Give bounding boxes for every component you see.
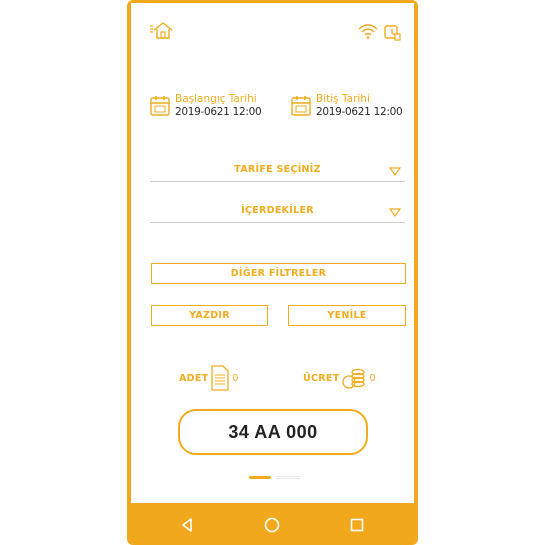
calendar-icon: [291, 96, 311, 116]
print-button[interactable]: YAZDIR: [151, 305, 268, 326]
count-label: ADET: [179, 372, 209, 384]
contents-select[interactable]: İÇERDEKİLER: [150, 201, 405, 223]
coins-icon: [342, 368, 366, 389]
start-date-picker[interactable]: Başlangıç Tarihi 2019-0621 12:00: [150, 93, 262, 119]
home-circle-icon[interactable]: [260, 513, 284, 537]
fee-label: ÜCRET: [303, 372, 340, 384]
tariff-select-label: TARİFE SEÇİNİZ: [234, 164, 321, 175]
system-nav-bar: [127, 505, 418, 545]
end-date-value: 2019-0621 12:00: [316, 106, 403, 118]
refresh-button[interactable]: YENİLE: [288, 305, 406, 326]
pager-dot: [276, 476, 300, 479]
screen-icon[interactable]: [383, 23, 401, 41]
home-icon[interactable]: [150, 20, 174, 40]
wifi-icon: [358, 24, 378, 39]
back-icon[interactable]: [175, 513, 199, 537]
plate-number-button[interactable]: 34 AA 000: [178, 409, 368, 455]
start-date-value: 2019-0621 12:00: [175, 106, 262, 118]
tariff-select[interactable]: TARİFE SEÇİNİZ: [150, 160, 405, 182]
calendar-icon: [150, 96, 170, 116]
end-date-picker[interactable]: Bitiş Tarihi 2019-0621 12:00: [291, 93, 403, 119]
app-screen: Başlangıç Tarihi 2019-0621 12:00 Bitiş T…: [131, 3, 414, 503]
start-date-label: Başlangıç Tarihi: [175, 93, 257, 105]
triangle-down-icon: [389, 167, 401, 176]
document-icon: [211, 365, 230, 391]
fee-value: 0: [369, 372, 376, 384]
count-stat: ADET 0: [179, 365, 238, 391]
end-date-label: Bitiş Tarihi: [316, 93, 370, 105]
contents-select-label: İÇERDEKİLER: [241, 205, 314, 216]
phone-frame: Başlangıç Tarihi 2019-0621 12:00 Bitiş T…: [127, 0, 418, 545]
other-filters-button[interactable]: DİĞER FİLTRELER: [151, 263, 406, 284]
fee-stat: ÜCRET 0: [303, 365, 376, 391]
pager-dot-active: [249, 476, 271, 479]
triangle-down-icon: [389, 208, 401, 217]
recents-icon[interactable]: [345, 513, 369, 537]
count-value: 0: [232, 372, 239, 384]
